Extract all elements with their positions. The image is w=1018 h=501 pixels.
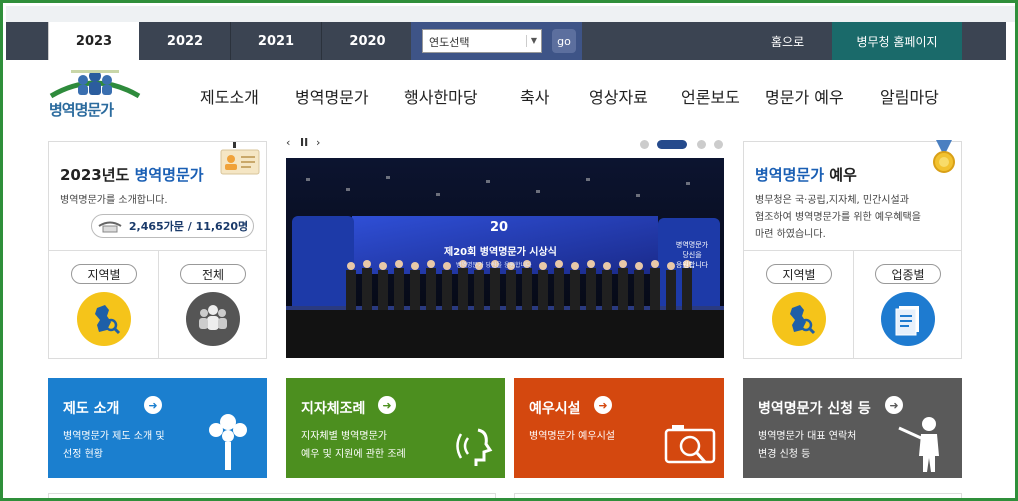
tile-intro-desc-2: 선정 현황	[63, 449, 103, 460]
mma-homepage-link[interactable]: 병무청 홈페이지	[832, 22, 962, 60]
people-icon[interactable]	[186, 292, 240, 346]
privileges-by-industry-button[interactable]: 업종별	[875, 264, 941, 284]
banner-badge: 20	[490, 220, 509, 235]
tile-application[interactable]: 병역명문가 신청 등 ➜ 병역명문가 대표 연락처 변경 신청 등	[743, 378, 962, 478]
by-region-button[interactable]: 지역별	[71, 264, 137, 284]
year-select-area: 연도선택 ▼ go	[411, 22, 582, 60]
presenter-icon	[898, 417, 939, 472]
privileges-map-search-icon[interactable]	[772, 292, 826, 346]
id-card-icon	[220, 142, 260, 175]
arrow-right-icon: ➜	[885, 396, 903, 414]
korea-map-icon	[790, 305, 816, 335]
nav-events[interactable]: 행사한마당	[404, 84, 478, 108]
families-counter-text: 2,465가문 / 11,620명	[128, 220, 249, 233]
privileges-desc-line-2: 협조하여 병역명문가를 위한 예우혜택을	[755, 212, 921, 223]
slider-dot-1[interactable]	[640, 140, 649, 149]
slider-pause-button[interactable]: II	[300, 136, 308, 149]
year-select[interactable]: 연도선택 ▼	[422, 29, 542, 53]
tile-intro[interactable]: 제도 소개 ➜ 병역명문가 제도 소개 및 선정 현황	[48, 378, 267, 478]
slider-prev-button[interactable]: ‹	[286, 136, 290, 149]
arrow-right-icon: ➜	[378, 396, 396, 414]
slider-dot-2[interactable]	[657, 140, 687, 149]
bottom-section-left	[48, 493, 496, 498]
tile-intro-desc: 병역명문가 제도 소개 및 선정 현황	[63, 428, 165, 464]
year-tab-2022[interactable]: 2022	[140, 22, 231, 60]
tile-ordinance-desc-1: 지자체별 병역명문가	[301, 431, 387, 442]
banner-title: 제20회 병역명문가 시상식	[444, 247, 557, 258]
slider-dot-3[interactable]	[697, 140, 706, 149]
families-counter: 2,465가문 / 11,620명	[91, 214, 254, 238]
tree-icon	[209, 414, 247, 470]
page-frame: 2023 2022 2021 2020 연도선택 ▼ go 홈으로 병무청 홈페…	[0, 0, 1018, 501]
families-card: 2023년도 병역명문가 병역명문가를 소개합니다. 2,465가문 / 11,…	[48, 141, 267, 359]
medal-icon	[933, 140, 955, 173]
slider-next-button[interactable]: ›	[316, 136, 320, 149]
privileges-card-desc: 병무청은 국·공립,지자체, 민간시설과 협조하여 병역명문가를 위한 예우혜택…	[755, 192, 921, 243]
tile-intro-title: 제도 소개	[63, 401, 120, 417]
tile-ordinance-desc-2: 예우 및 지원에 관한 조례	[301, 449, 406, 460]
tile-facilities-desc: 병역명문가 예우시설	[529, 428, 615, 446]
chevron-down-icon: ▼	[525, 35, 537, 47]
tile-application-desc-2: 변경 신청 등	[758, 449, 811, 460]
document-icon[interactable]	[881, 292, 935, 346]
top-strip	[6, 6, 1015, 22]
speaking-icon	[456, 428, 493, 466]
privileges-desc-line-3: 마련 하였습니다.	[755, 229, 826, 240]
year-tab-2023[interactable]: 2023	[48, 22, 139, 60]
tile-facilities-title: 예우시설	[529, 401, 581, 417]
tile-intro-desc-1: 병역명문가 제도 소개 및	[63, 431, 165, 442]
bottom-section-right	[514, 493, 962, 498]
tile-ordinance-desc: 지자체별 병역명문가 예우 및 지원에 관한 조례	[301, 428, 406, 464]
tile-application-desc-1: 병역명문가 대표 연락처	[758, 431, 857, 442]
year-select-value: 연도선택	[429, 36, 470, 49]
privileges-card-title-hl: 병역명문가	[755, 166, 825, 184]
nav-notice[interactable]: 알림마당	[880, 84, 939, 108]
korea-map-icon	[95, 305, 121, 335]
nav-press[interactable]: 언론보도	[681, 84, 740, 108]
nav-families[interactable]: 병역명문가	[295, 84, 369, 108]
people-icon-graphic	[199, 305, 227, 330]
banner-subtitle: 병역명문가 당신을 응원합니다	[456, 262, 532, 269]
all-button[interactable]: 전체	[180, 264, 246, 284]
card-divider-vertical	[853, 250, 854, 359]
arrow-right-icon: ➜	[594, 396, 612, 414]
privileges-card: 병역명문가 예우 병무청은 국·공립,지자체, 민간시설과 협조하여 병역명문가…	[743, 140, 962, 359]
year-tab-2020[interactable]: 2020	[322, 22, 413, 60]
privileges-by-region-button[interactable]: 지역별	[766, 264, 832, 284]
slider-dot-4[interactable]	[714, 140, 723, 149]
families-card-year: 2023년도	[60, 166, 135, 184]
card-divider-vertical	[158, 250, 159, 359]
top-bar: 2023 2022 2021 2020 연도선택 ▼ go 홈으로 병무청 홈페…	[6, 22, 1006, 60]
nav-congrats[interactable]: 축사	[520, 84, 549, 108]
privileges-card-title-rest: 예우	[824, 166, 857, 184]
privileges-desc-line-1: 병무청은 국·공립,지자체, 민간시설과	[755, 195, 909, 206]
nav-intro[interactable]: 제도소개	[200, 84, 259, 108]
families-card-desc: 병역명문가를 소개합니다.	[60, 195, 168, 206]
event-photo[interactable]: 20 제20회 병역명문가 시상식 병역명문가 당신을 응원합니다 병역명문가 …	[286, 158, 724, 358]
logo[interactable]: 병역명문가	[47, 66, 143, 121]
tile-ordinance[interactable]: 지자체조례 ➜ 지자체별 병역명문가 예우 및 지원에 관한 조례	[286, 378, 505, 478]
tile-application-desc: 병역명문가 대표 연락처 변경 신청 등	[758, 428, 856, 464]
families-card-title: 2023년도 병역명문가	[60, 164, 204, 185]
tile-facilities-desc-1: 병역명문가 예우시설	[529, 431, 615, 442]
families-card-title-hl: 병역명문가	[134, 166, 204, 184]
arrow-right-icon: ➜	[144, 396, 162, 414]
go-button[interactable]: go	[552, 29, 576, 53]
house-icon	[98, 221, 122, 233]
tile-ordinance-title: 지자체조례	[301, 401, 366, 417]
nav-videos[interactable]: 영상자료	[589, 84, 648, 108]
year-tab-2021[interactable]: 2021	[231, 22, 322, 60]
privileges-card-title: 병역명문가 예우	[755, 164, 857, 185]
tile-application-title: 병역명문가 신청 등	[758, 401, 871, 417]
camera-search-icon	[664, 425, 716, 464]
home-link[interactable]: 홈으로	[771, 22, 804, 60]
map-search-icon[interactable]	[77, 292, 131, 346]
banner-side-text: 병역명문가 당신을 응원합니다	[675, 241, 709, 269]
event-photo-graphic	[286, 158, 724, 358]
tile-facilities[interactable]: 예우시설 ➜ 병역명문가 예우시설	[514, 378, 724, 478]
logo-text: 병역명문가	[49, 101, 114, 119]
nav-privileges[interactable]: 명문가 예우	[765, 84, 844, 108]
document-icon-graphic	[895, 306, 919, 336]
